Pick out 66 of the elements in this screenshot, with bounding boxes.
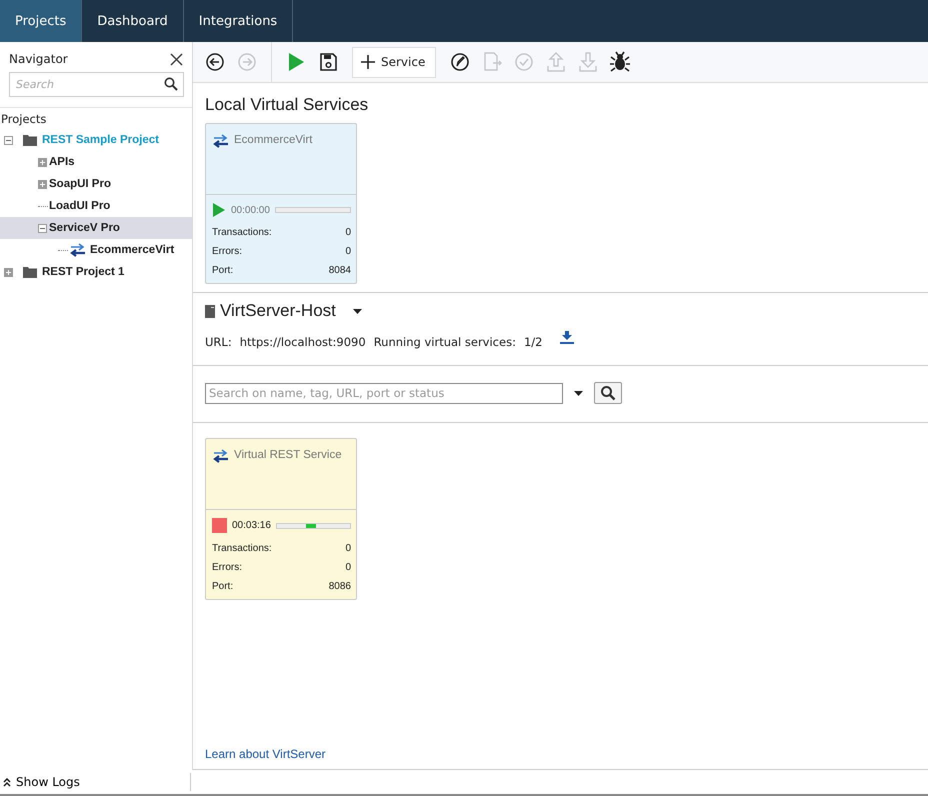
swap-arrows-icon (212, 134, 230, 148)
plus-icon (361, 55, 375, 69)
close-icon[interactable] (170, 52, 183, 66)
server-icon (205, 304, 215, 318)
running-count: 1/2 (524, 335, 542, 349)
uptime: 00:03:16 (232, 520, 271, 531)
download-icon[interactable] (560, 331, 574, 345)
swap-arrows-icon (69, 243, 87, 257)
tree-item[interactable]: REST Project 1 (0, 261, 192, 283)
stat-label: Port: (212, 581, 234, 592)
server-name: VirtServer-Host (220, 301, 336, 321)
search-button[interactable] (594, 382, 622, 404)
tree-label: EcommerceVirt (90, 244, 174, 256)
tab[interactable]: Projects (0, 0, 82, 42)
tree-label: LoadUI Pro (49, 200, 110, 212)
learn-link[interactable]: Learn about VirtServer (205, 747, 326, 761)
service-name: EcommerceVirt (234, 134, 312, 146)
expander-icon[interactable] (38, 180, 47, 188)
section-label: Projects (0, 107, 192, 129)
stat-label: Errors: (212, 246, 242, 257)
url-value: https://localhost:9090 (240, 335, 366, 349)
stat-label: Port: (212, 265, 234, 276)
tree-label: APIs (49, 156, 75, 168)
tree-label: REST Project 1 (42, 266, 124, 278)
stat-value: 0 (345, 227, 351, 238)
tree-label: ServiceV Pro (49, 222, 120, 234)
stat-value: 8086 (328, 581, 351, 592)
tree-item[interactable]: APIs (0, 151, 192, 173)
search-icon (600, 385, 616, 401)
uptime: 00:00:00 (231, 204, 270, 216)
tree-item[interactable]: SoapUI Pro (0, 173, 192, 195)
stat-label: Errors: (212, 562, 242, 573)
show-logs-button[interactable]: Show Logs (0, 775, 190, 789)
expander-icon[interactable] (4, 136, 13, 144)
stat-value: 8084 (328, 265, 351, 276)
stat-value: 0 (345, 543, 351, 554)
search-field[interactable]: Search (9, 72, 184, 97)
tree-item[interactable]: LoadUI Pro (0, 195, 192, 217)
url-label: URL: (205, 335, 232, 349)
service-card[interactable]: Virtual REST Service 00:03:16 Transactions: 0 Errors: 0 Port: 8086 (205, 438, 357, 600)
folder-icon (23, 134, 37, 146)
tree-label: SoapUI Pro (49, 178, 111, 190)
search-icon[interactable] (164, 77, 178, 91)
service-name: Virtual REST Service (234, 449, 342, 461)
tree-label: REST Sample Project (42, 134, 159, 146)
search-field[interactable]: Search on name, tag, URL, port or status (205, 382, 563, 404)
add-service-button[interactable]: Service (352, 46, 436, 78)
caret-icon[interactable] (352, 308, 362, 314)
folder-icon (23, 266, 37, 278)
section-title: Local Virtual Services (205, 95, 370, 115)
tree-item[interactable]: ServiceV Pro (0, 217, 192, 239)
service-card[interactable]: EcommerceVirt 00:00:00 Transactions: 0 Errors: 0 Port: 8084 (205, 123, 357, 284)
expander-icon[interactable] (4, 268, 13, 276)
stat-label: Transactions: (212, 543, 272, 554)
swap-arrows-icon (212, 449, 230, 463)
stat-value: 0 (345, 562, 351, 573)
running-label: Running virtual services: (374, 335, 516, 349)
caret-icon[interactable] (574, 390, 583, 396)
expander-icon[interactable] (38, 224, 47, 232)
stat-label: Transactions: (212, 227, 272, 238)
play-icon[interactable] (212, 203, 226, 217)
expander-icon[interactable] (38, 158, 47, 166)
chevrons-up-icon (3, 778, 11, 786)
tree-item[interactable]: EcommerceVirt (0, 239, 192, 261)
panel-title: Navigator (9, 52, 68, 66)
stat-value: 0 (345, 246, 351, 257)
